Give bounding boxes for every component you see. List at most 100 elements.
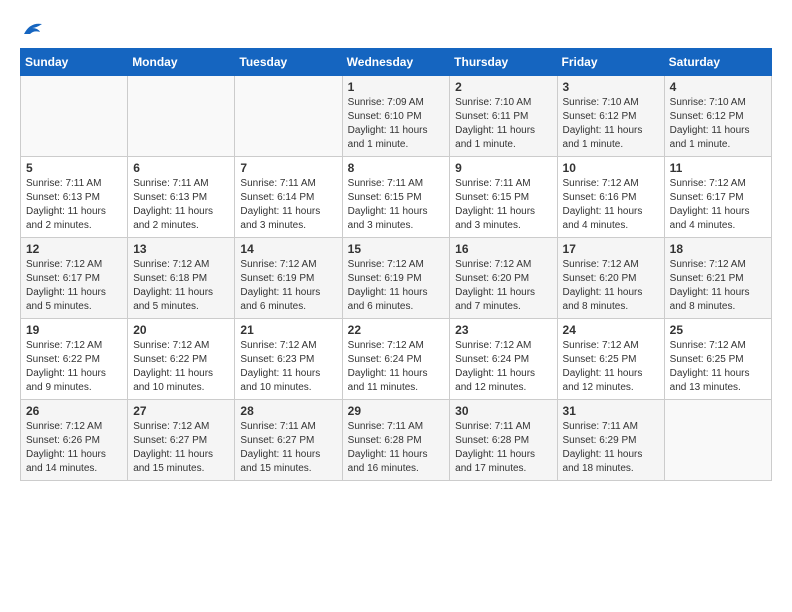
day-5: 5 Sunrise: 7:11 AMSunset: 6:13 PMDaylight… [21,157,128,238]
day-info-11: Sunrise: 7:12 AMSunset: 6:17 PMDaylight:… [670,177,766,233]
day-number-6: 6 [133,161,229,175]
day-12: 12 Sunrise: 7:12 AMSunset: 6:17 PMDayligh… [21,238,128,319]
calendar-table: SundayMondayTuesdayWednesdayThursdayFrid… [20,48,772,481]
week-row-2: 5 Sunrise: 7:11 AMSunset: 6:13 PMDaylight… [21,157,772,238]
day-info-30: Sunrise: 7:11 AMSunset: 6:28 PMDaylight:… [455,420,551,476]
day-11: 11 Sunrise: 7:12 AMSunset: 6:17 PMDayligh… [664,157,771,238]
day-31: 31 Sunrise: 7:11 AMSunset: 6:29 PMDayligh… [557,400,664,481]
header-tuesday: Tuesday [235,49,342,76]
empty-cell [664,400,771,481]
empty-cell [21,76,128,157]
day-info-31: Sunrise: 7:11 AMSunset: 6:29 PMDaylight:… [563,420,659,476]
week-row-5: 26 Sunrise: 7:12 AMSunset: 6:26 PMDayligh… [21,400,772,481]
day-16: 16 Sunrise: 7:12 AMSunset: 6:20 PMDayligh… [450,238,557,319]
week-row-1: 1 Sunrise: 7:09 AMSunset: 6:10 PMDaylight… [21,76,772,157]
day-number-3: 3 [563,80,659,94]
day-10: 10 Sunrise: 7:12 AMSunset: 6:16 PMDayligh… [557,157,664,238]
empty-cell [235,76,342,157]
day-number-31: 31 [563,404,659,418]
day-info-4: Sunrise: 7:10 AMSunset: 6:12 PMDaylight:… [670,96,766,152]
day-number-30: 30 [455,404,551,418]
header-monday: Monday [128,49,235,76]
day-25: 25 Sunrise: 7:12 AMSunset: 6:25 PMDayligh… [664,319,771,400]
day-number-9: 9 [455,161,551,175]
day-info-22: Sunrise: 7:12 AMSunset: 6:24 PMDaylight:… [348,339,445,395]
day-number-13: 13 [133,242,229,256]
day-info-20: Sunrise: 7:12 AMSunset: 6:22 PMDaylight:… [133,339,229,395]
day-number-26: 26 [26,404,122,418]
day-number-22: 22 [348,323,445,337]
day-number-10: 10 [563,161,659,175]
day-info-16: Sunrise: 7:12 AMSunset: 6:20 PMDaylight:… [455,258,551,314]
day-number-8: 8 [348,161,445,175]
day-info-5: Sunrise: 7:11 AMSunset: 6:13 PMDaylight:… [26,177,122,233]
day-info-17: Sunrise: 7:12 AMSunset: 6:20 PMDaylight:… [563,258,659,314]
day-27: 27 Sunrise: 7:12 AMSunset: 6:27 PMDayligh… [128,400,235,481]
day-info-28: Sunrise: 7:11 AMSunset: 6:27 PMDaylight:… [240,420,336,476]
day-info-9: Sunrise: 7:11 AMSunset: 6:15 PMDaylight:… [455,177,551,233]
day-number-20: 20 [133,323,229,337]
day-17: 17 Sunrise: 7:12 AMSunset: 6:20 PMDayligh… [557,238,664,319]
header-saturday: Saturday [664,49,771,76]
day-19: 19 Sunrise: 7:12 AMSunset: 6:22 PMDayligh… [21,319,128,400]
day-9: 9 Sunrise: 7:11 AMSunset: 6:15 PMDaylight… [450,157,557,238]
day-23: 23Sunrise: 7:12 AMSunset: 6:24 PMDayligh… [450,319,557,400]
day-number-23: 23 [455,323,551,337]
day-13: 13 Sunrise: 7:12 AMSunset: 6:18 PMDayligh… [128,238,235,319]
day-number-14: 14 [240,242,336,256]
day-number-4: 4 [670,80,766,94]
day-info-1: Sunrise: 7:09 AMSunset: 6:10 PMDaylight:… [348,96,445,152]
day-number-29: 29 [348,404,445,418]
header-friday: Friday [557,49,664,76]
day-3: 3 Sunrise: 7:10 AMSunset: 6:12 PMDaylight… [557,76,664,157]
day-info-13: Sunrise: 7:12 AMSunset: 6:18 PMDaylight:… [133,258,229,314]
day-number-28: 28 [240,404,336,418]
week-row-4: 19 Sunrise: 7:12 AMSunset: 6:22 PMDayligh… [21,319,772,400]
day-number-16: 16 [455,242,551,256]
day-number-12: 12 [26,242,122,256]
empty-cell [128,76,235,157]
day-info-25: Sunrise: 7:12 AMSunset: 6:25 PMDaylight:… [670,339,766,395]
day-number-27: 27 [133,404,229,418]
header-thursday: Thursday [450,49,557,76]
calendar-header-row: SundayMondayTuesdayWednesdayThursdayFrid… [21,49,772,76]
day-info-12: Sunrise: 7:12 AMSunset: 6:17 PMDaylight:… [26,258,122,314]
day-7: 7Sunrise: 7:11 AMSunset: 6:14 PMDaylight… [235,157,342,238]
page-header [20,20,772,32]
day-info-3: Sunrise: 7:10 AMSunset: 6:12 PMDaylight:… [563,96,659,152]
day-info-18: Sunrise: 7:12 AMSunset: 6:21 PMDaylight:… [670,258,766,314]
day-info-10: Sunrise: 7:12 AMSunset: 6:16 PMDaylight:… [563,177,659,233]
day-8: 8 Sunrise: 7:11 AMSunset: 6:15 PMDaylight… [342,157,450,238]
logo [20,20,44,32]
day-info-14: Sunrise: 7:12 AMSunset: 6:19 PMDaylight:… [240,258,336,314]
week-row-3: 12 Sunrise: 7:12 AMSunset: 6:17 PMDayligh… [21,238,772,319]
header-wednesday: Wednesday [342,49,450,76]
logo-bird-icon [22,20,44,38]
day-info-15: Sunrise: 7:12 AMSunset: 6:19 PMDaylight:… [348,258,445,314]
day-number-18: 18 [670,242,766,256]
day-number-11: 11 [670,161,766,175]
day-info-24: Sunrise: 7:12 AMSunset: 6:25 PMDaylight:… [563,339,659,395]
header-sunday: Sunday [21,49,128,76]
day-number-25: 25 [670,323,766,337]
day-29: 29Sunrise: 7:11 AMSunset: 6:28 PMDayligh… [342,400,450,481]
day-24: 24Sunrise: 7:12 AMSunset: 6:25 PMDayligh… [557,319,664,400]
day-number-21: 21 [240,323,336,337]
day-info-26: Sunrise: 7:12 AMSunset: 6:26 PMDaylight:… [26,420,122,476]
day-info-2: Sunrise: 7:10 AMSunset: 6:11 PMDaylight:… [455,96,551,152]
day-1: 1 Sunrise: 7:09 AMSunset: 6:10 PMDaylight… [342,76,450,157]
day-number-5: 5 [26,161,122,175]
day-28: 28 Sunrise: 7:11 AMSunset: 6:27 PMDayligh… [235,400,342,481]
day-22: 22 Sunrise: 7:12 AMSunset: 6:24 PMDayligh… [342,319,450,400]
day-number-1: 1 [348,80,445,94]
day-info-27: Sunrise: 7:12 AMSunset: 6:27 PMDaylight:… [133,420,229,476]
day-number-15: 15 [348,242,445,256]
day-number-17: 17 [563,242,659,256]
day-info-8: Sunrise: 7:11 AMSunset: 6:15 PMDaylight:… [348,177,445,233]
day-number-19: 19 [26,323,122,337]
day-20: 20 Sunrise: 7:12 AMSunset: 6:22 PMDayligh… [128,319,235,400]
day-26: 26 Sunrise: 7:12 AMSunset: 6:26 PMDayligh… [21,400,128,481]
day-18: 18 Sunrise: 7:12 AMSunset: 6:21 PMDayligh… [664,238,771,319]
day-info-19: Sunrise: 7:12 AMSunset: 6:22 PMDaylight:… [26,339,122,395]
day-15: 15 Sunrise: 7:12 AMSunset: 6:19 PMDayligh… [342,238,450,319]
